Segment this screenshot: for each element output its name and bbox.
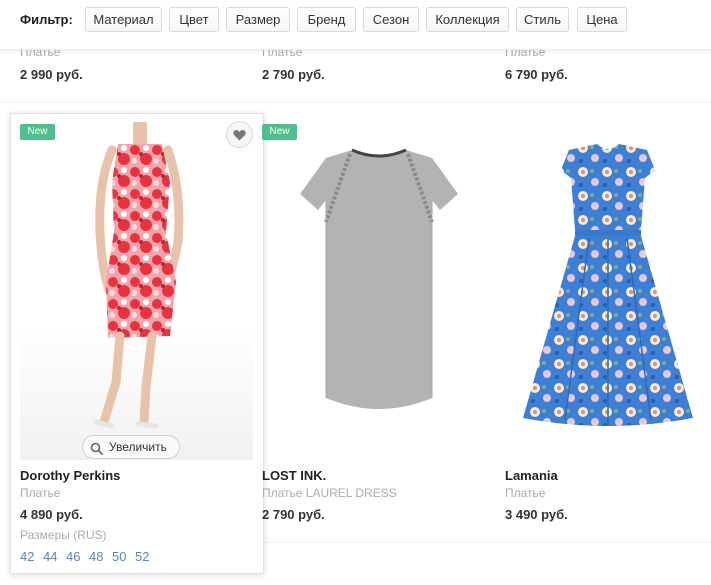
filter-bar: Фильтр: Материал Цвет Размер Бренд Сезон… — [0, 0, 711, 50]
new-badge: New — [20, 124, 55, 140]
filter-color-button[interactable]: Цвет — [169, 7, 219, 32]
product-image-dorothy-perkins[interactable] — [20, 122, 253, 460]
zoom-button[interactable]: Увеличить — [82, 435, 180, 459]
filter-brand-button[interactable]: Бренд — [297, 7, 356, 32]
filter-style-button[interactable]: Стиль — [516, 7, 569, 32]
product-category: Платье — [505, 486, 546, 500]
product-category: Платье — [20, 486, 61, 500]
size-option[interactable]: 46 — [66, 549, 80, 564]
size-option[interactable]: 52 — [135, 549, 149, 564]
new-badge: New — [262, 124, 297, 140]
filter-material-button[interactable]: Материал — [85, 7, 162, 32]
product-brand[interactable]: Dorothy Perkins — [20, 468, 120, 483]
row-divider — [0, 102, 711, 103]
product-image-lamania[interactable] — [505, 118, 711, 458]
filter-price-button[interactable]: Цена — [577, 7, 627, 32]
sizes-label: Размеры (RUS) — [20, 528, 107, 542]
size-option[interactable]: 48 — [89, 549, 103, 564]
product-price: 6 790 руб. — [505, 67, 568, 82]
zoom-label: Увеличить — [109, 440, 167, 454]
product-price: 3 490 руб. — [505, 507, 568, 522]
magnifier-icon — [90, 440, 103, 462]
size-option[interactable]: 44 — [43, 549, 57, 564]
filter-season-button[interactable]: Сезон — [363, 7, 419, 32]
product-price: 2 790 руб. — [262, 507, 325, 522]
size-option[interactable]: 42 — [20, 549, 34, 564]
heart-icon — [233, 129, 246, 140]
filter-label: Фильтр: — [20, 12, 73, 27]
filter-collection-button[interactable]: Коллекция — [426, 7, 509, 32]
product-price: 2 790 руб. — [262, 67, 325, 82]
row-divider — [262, 542, 711, 543]
filter-size-button[interactable]: Размер — [226, 7, 290, 32]
product-brand[interactable]: LOST INK. — [262, 468, 326, 483]
favorite-button[interactable] — [226, 121, 253, 148]
size-option[interactable]: 50 — [112, 549, 126, 564]
product-brand[interactable]: Lamania — [505, 468, 558, 483]
product-category: Платье LAUREL DRESS — [262, 486, 397, 500]
product-price: 2 990 руб. — [20, 67, 83, 82]
product-price: 4 890 руб. — [20, 507, 83, 522]
product-image-lost-ink[interactable] — [262, 118, 496, 458]
